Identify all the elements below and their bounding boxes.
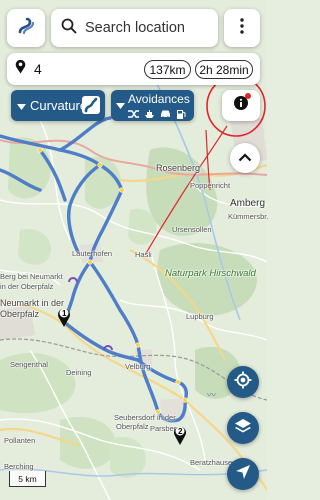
chevron-up-icon (238, 149, 252, 167)
route-marker-1[interactable]: 1 (57, 306, 71, 328)
map-label-berching: Berching (4, 462, 34, 471)
avoidances-dropdown-button[interactable]: Avoidances (111, 90, 194, 121)
curvature-label: Curvature (30, 98, 88, 113)
map-label-velburg: Velburg (125, 362, 151, 371)
location-pin-icon (15, 59, 26, 79)
map-label-hasli: Hasli (135, 250, 152, 259)
search-icon (61, 18, 77, 39)
search-placeholder: Search location (85, 20, 185, 36)
route-marker-2[interactable]: 2 (173, 424, 187, 446)
more-vert-icon (240, 17, 244, 39)
info-icon (233, 93, 251, 116)
map-label-kummersbruck: Kümmersbr. (228, 212, 269, 221)
map-label-neumarkt-2: Oberpfalz (0, 309, 40, 319)
dropdown-arrow-icon (17, 97, 26, 115)
map-label-seubersdorf: Seubersdorf in der (114, 413, 176, 422)
more-menu-button[interactable] (224, 9, 260, 47)
avoidance-icons (128, 106, 186, 124)
map-layers-button[interactable] (227, 412, 259, 444)
map-label-berg: Berg bei Neumarkt (0, 272, 63, 281)
shuffle-icon (128, 106, 139, 124)
fuel-icon (176, 106, 186, 124)
map-label-lupburg: Lupburg (186, 312, 214, 321)
map-label-pollanten: Pollanten (4, 436, 36, 445)
map-label-ursensollen: Ursensollen (172, 225, 212, 234)
my-location-icon (234, 371, 252, 394)
map-label-sengenthal: Sengenthal (10, 360, 48, 369)
map-label-berg-2: in der Oberpfalz (0, 282, 54, 291)
route-info-button[interactable] (222, 90, 260, 121)
map-label-neumarkt: Neumarkt in der (0, 298, 65, 308)
map-label-deining: Deining (66, 368, 92, 377)
start-navigation-button[interactable] (227, 458, 259, 490)
dropdown-arrow-icon (116, 96, 125, 114)
map-label-amberg: Amberg (230, 198, 266, 209)
app-logo-button[interactable] (7, 9, 45, 47)
route-summary-bar[interactable]: 4 137km 2h 28min (7, 53, 260, 85)
car-icon (160, 106, 171, 124)
stop-count: 4 (34, 61, 42, 77)
map-label-naturpark: Naturpark Hirschwald (165, 268, 256, 279)
route-duration-badge: 2h 28min (195, 60, 253, 79)
navigation-arrow-icon (235, 464, 251, 485)
layers-icon (234, 417, 252, 440)
map-scale-bar: 5 km (9, 471, 46, 487)
route-marker-1-label: 1 (62, 309, 67, 318)
collapse-panel-button[interactable] (230, 143, 260, 173)
curvature-dropdown-button[interactable]: Curvature (11, 90, 105, 121)
map-label-rosenberg: Rosenberg (156, 163, 201, 173)
my-location-button[interactable] (227, 366, 259, 398)
search-input[interactable]: Search location (51, 9, 218, 47)
route-marker-2-label: 2 (178, 427, 183, 436)
map-label-seubersdorf-2: Oberpfalz (116, 422, 149, 431)
map-label-poppenricht: Poppenricht (190, 181, 231, 190)
route-distance-badge: 137km (144, 60, 191, 79)
ferry-icon (144, 106, 155, 124)
notification-dot (245, 93, 251, 99)
curvy-road-icon (82, 96, 100, 119)
avoidances-label: Avoidances (128, 92, 190, 106)
svg-text:〰: 〰 (207, 390, 216, 400)
map-label-lauterhofen: Lauterhofen (72, 249, 113, 258)
brand-logo-icon (16, 16, 36, 41)
